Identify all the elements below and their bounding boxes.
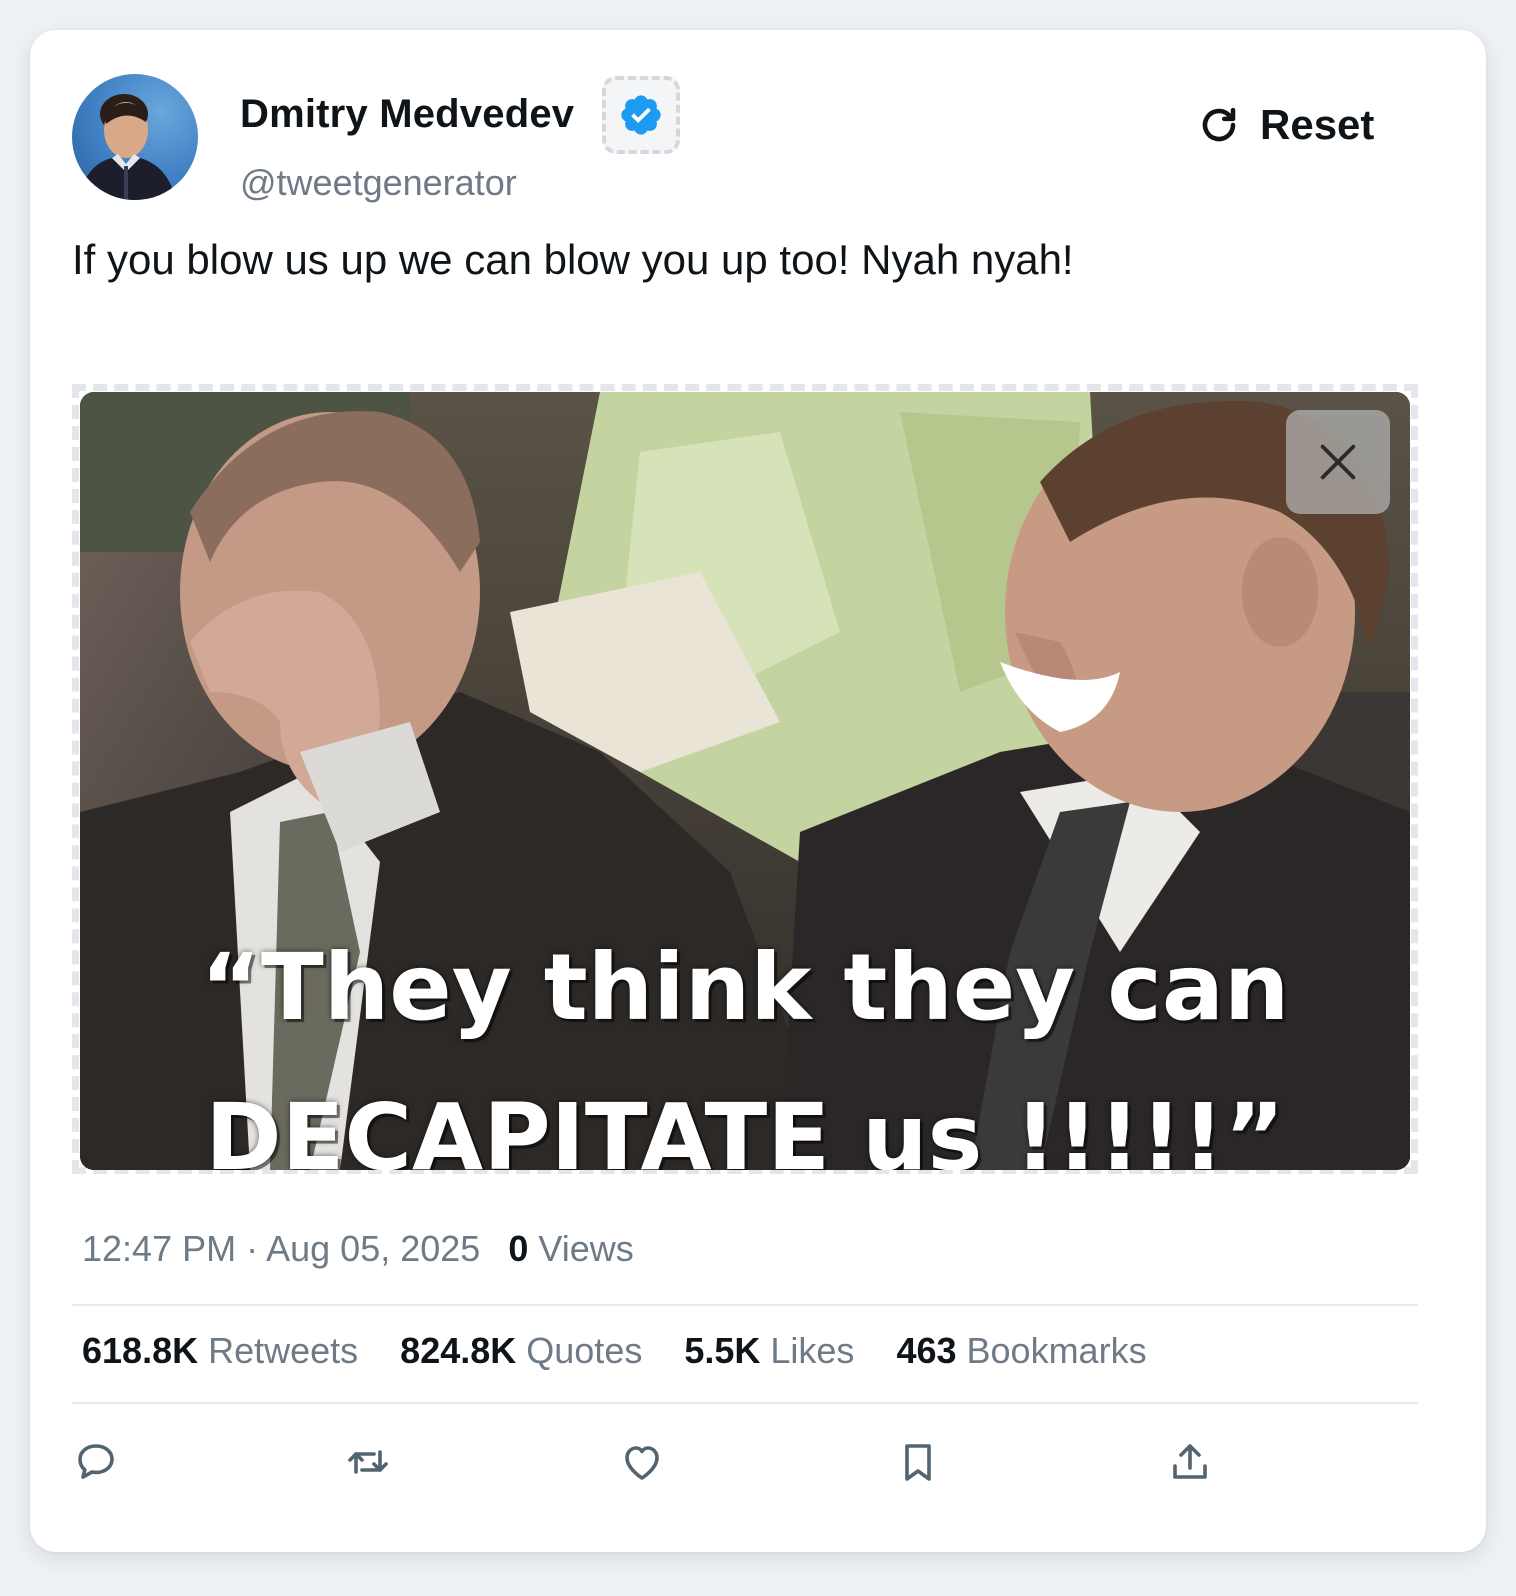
meme-photo xyxy=(80,392,1410,1170)
tweet-card: Dmitry Medvedev @tweetgenerator Reset If… xyxy=(30,30,1486,1552)
bookmark-icon xyxy=(905,1444,931,1481)
refresh-icon xyxy=(1202,107,1236,142)
image-caption-line2: DECAPITATE us !!!!!” xyxy=(205,1084,1285,1171)
divider xyxy=(72,1304,1418,1306)
action-bar xyxy=(30,1438,1486,1488)
user-handle[interactable]: @tweetgenerator xyxy=(240,162,517,204)
meta-separator: · xyxy=(246,1228,259,1269)
like-icon xyxy=(625,1446,659,1480)
tweet-time[interactable]: 12:47 PM xyxy=(82,1228,236,1269)
stat-count: 463 xyxy=(896,1330,957,1371)
reset-button[interactable]: Reset xyxy=(1198,98,1374,152)
image-caption-line1: “They think they can xyxy=(200,934,1290,1041)
reply-icon xyxy=(78,1444,114,1479)
reply-button[interactable] xyxy=(72,1438,120,1486)
share-icon xyxy=(1173,1444,1207,1479)
reset-label: Reset xyxy=(1260,101,1375,148)
tweet-date[interactable]: Aug 05, 2025 xyxy=(266,1228,480,1269)
divider xyxy=(72,1402,1418,1404)
tweet-text: If you blow us up we can blow you up too… xyxy=(72,236,1074,283)
retweet-icon xyxy=(348,1450,388,1474)
close-icon xyxy=(1320,444,1356,480)
verified-icon xyxy=(621,95,661,135)
stat-quotes[interactable]: 824.8K Quotes xyxy=(400,1330,642,1372)
avatar-image xyxy=(78,94,176,200)
views-label: Views xyxy=(538,1228,634,1269)
stat-retweets[interactable]: 618.8K Retweets xyxy=(82,1330,358,1372)
stat-count: 618.8K xyxy=(82,1330,199,1371)
tweet-image[interactable]: “They think they can DECAPITATE us !!!!!… xyxy=(80,392,1410,1170)
retweet-button[interactable] xyxy=(344,1438,392,1486)
verified-badge-slot[interactable] xyxy=(602,76,680,154)
stat-bookmarks[interactable]: 463 Bookmarks xyxy=(896,1330,1146,1372)
stat-label: Bookmarks xyxy=(966,1330,1147,1371)
stat-count: 5.5K xyxy=(684,1330,761,1371)
like-button[interactable] xyxy=(618,1438,666,1486)
bookmark-button[interactable] xyxy=(894,1438,942,1486)
remove-image-button[interactable] xyxy=(1286,410,1390,514)
display-name[interactable]: Dmitry Medvedev xyxy=(240,92,574,137)
stat-likes[interactable]: 5.5K Likes xyxy=(684,1330,854,1372)
tweet-meta: 12:47 PM · Aug 05, 2025 0 Views xyxy=(82,1228,634,1270)
stat-label: Quotes xyxy=(526,1330,643,1371)
stat-label: Likes xyxy=(770,1330,855,1371)
stat-count: 824.8K xyxy=(400,1330,517,1371)
share-button[interactable] xyxy=(1166,1438,1214,1486)
views-count[interactable]: 0 xyxy=(508,1228,528,1269)
stat-label: Retweets xyxy=(208,1330,359,1371)
avatar[interactable] xyxy=(72,74,198,200)
engagement-stats: 618.8K Retweets 824.8K Quotes 5.5K Likes 46… xyxy=(82,1330,1147,1372)
